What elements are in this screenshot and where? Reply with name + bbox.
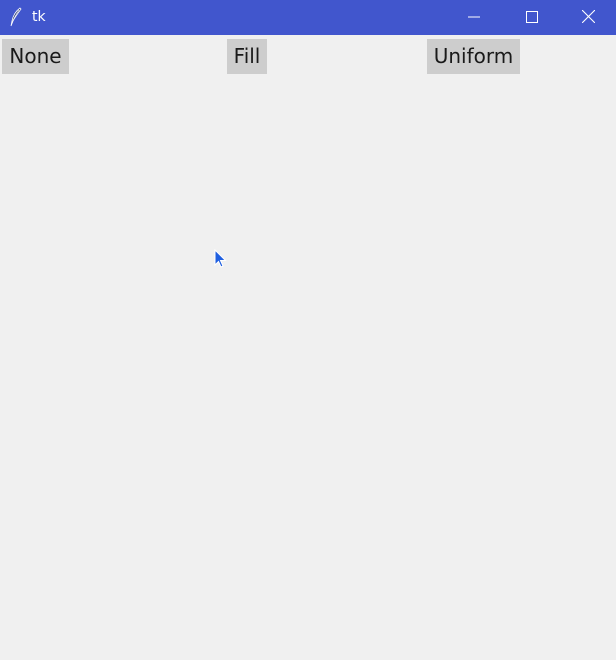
close-icon	[581, 8, 596, 27]
mouse-pointer-icon	[214, 248, 228, 269]
minimize-button[interactable]	[445, 0, 503, 35]
none-button[interactable]: None	[2, 39, 69, 74]
uniform-button[interactable]: Uniform	[427, 39, 520, 74]
maximize-icon	[526, 8, 538, 27]
fill-button[interactable]: Fill	[227, 39, 267, 74]
maximize-button[interactable]	[503, 0, 561, 35]
title-bar[interactable]: tk	[0, 0, 616, 35]
feather-icon	[7, 7, 25, 27]
close-button[interactable]	[561, 0, 616, 35]
minimize-icon	[468, 8, 480, 27]
window-title: tk	[32, 9, 46, 25]
window-content: None Fill Uniform	[0, 35, 616, 660]
tk-window: tk None Fill Uniform	[0, 0, 616, 660]
